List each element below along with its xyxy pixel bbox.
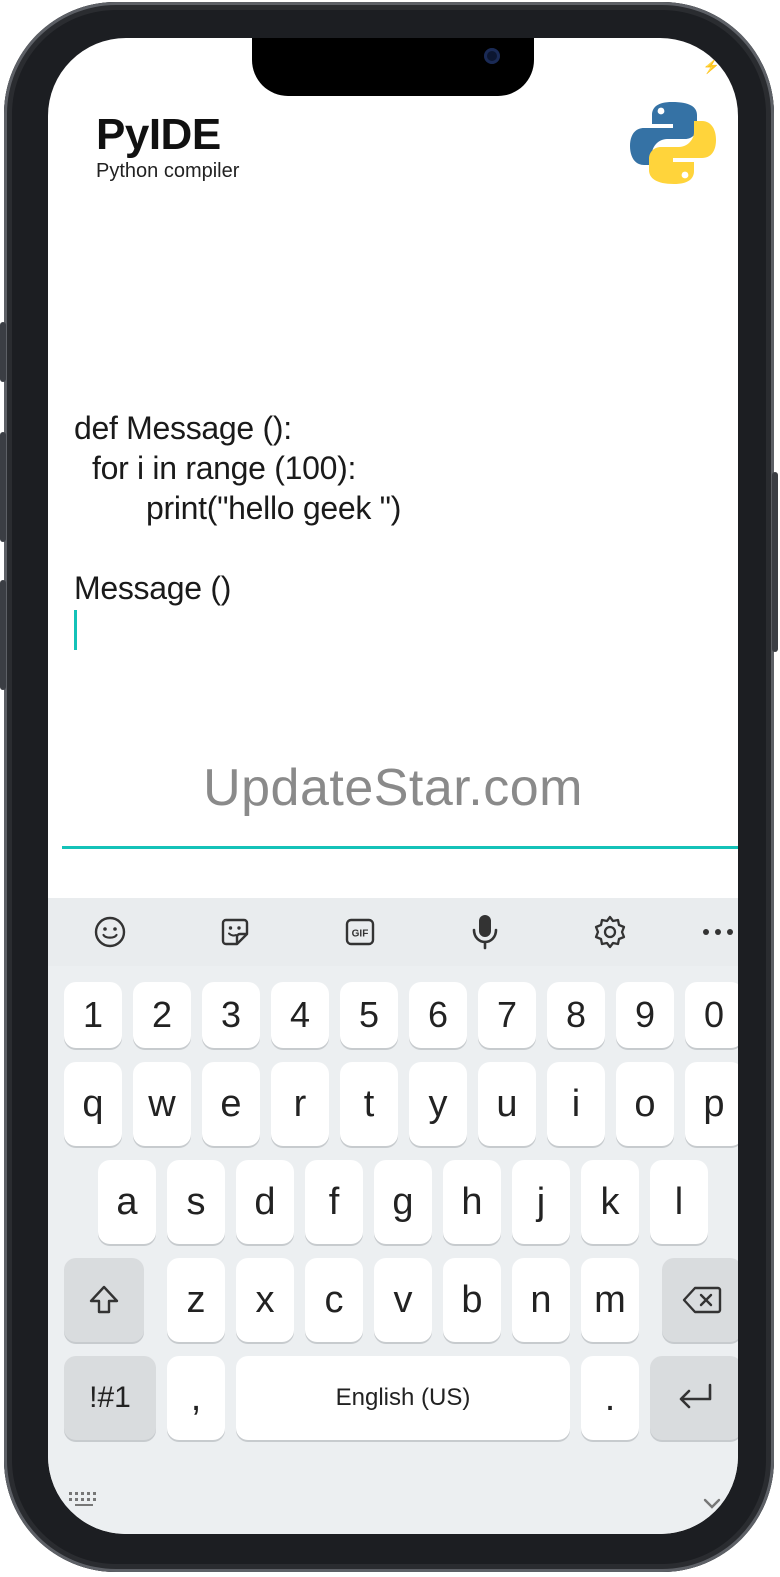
key-4[interactable]: 4 bbox=[271, 982, 329, 1048]
key-m[interactable]: m bbox=[581, 1258, 639, 1342]
backspace-icon bbox=[682, 1286, 722, 1314]
code-line: Message () bbox=[74, 570, 232, 606]
key-x[interactable]: x bbox=[236, 1258, 294, 1342]
volume-down-button bbox=[0, 580, 6, 690]
key-d[interactable]: d bbox=[236, 1160, 294, 1244]
code-line: print("hello geek ") bbox=[146, 490, 402, 526]
symbols-key[interactable]: !#1 bbox=[64, 1356, 156, 1440]
text-cursor bbox=[74, 610, 77, 650]
enter-key[interactable] bbox=[650, 1356, 738, 1440]
key-u[interactable]: u bbox=[478, 1062, 536, 1146]
key-0[interactable]: 0 bbox=[685, 982, 738, 1048]
notch bbox=[252, 38, 534, 96]
key-c[interactable]: c bbox=[305, 1258, 363, 1342]
shift-icon bbox=[89, 1285, 119, 1314]
settings-icon[interactable] bbox=[590, 912, 630, 952]
mute-switch bbox=[0, 322, 6, 382]
key-9[interactable]: 9 bbox=[616, 982, 674, 1048]
key-y[interactable]: y bbox=[409, 1062, 467, 1146]
camera-icon bbox=[484, 48, 500, 64]
key-l[interactable]: l bbox=[650, 1160, 708, 1244]
watermark: UpdateStar.com bbox=[203, 759, 583, 817]
key-1[interactable]: 1 bbox=[64, 982, 122, 1048]
key-k[interactable]: k bbox=[581, 1160, 639, 1244]
key-h[interactable]: h bbox=[443, 1160, 501, 1244]
key-6[interactable]: 6 bbox=[409, 982, 467, 1048]
volume-up-button bbox=[0, 432, 6, 542]
key-2[interactable]: 2 bbox=[133, 982, 191, 1048]
charging-icon: ⚡ bbox=[702, 58, 720, 74]
space-key[interactable]: English (US) bbox=[236, 1356, 570, 1440]
screen: ⚡ PyIDE Python compiler def Message (): … bbox=[48, 38, 738, 1534]
editor-underline bbox=[62, 846, 738, 849]
key-a[interactable]: a bbox=[98, 1160, 156, 1244]
backspace-key[interactable] bbox=[662, 1258, 738, 1342]
emoji-icon[interactable] bbox=[90, 912, 130, 952]
keyboard-switch-icon[interactable] bbox=[68, 1490, 102, 1513]
chevron-down-icon[interactable] bbox=[702, 1490, 722, 1516]
key-8[interactable]: 8 bbox=[547, 982, 605, 1048]
keyboard-toolbar: GIF bbox=[48, 898, 738, 966]
python-logo-icon bbox=[630, 102, 716, 184]
keyboard: GIF 1 2 3 4 5 6 7 8 9 0 q w e r t y u i … bbox=[48, 898, 738, 1534]
key-s[interactable]: s bbox=[167, 1160, 225, 1244]
key-g[interactable]: g bbox=[374, 1160, 432, 1244]
enter-icon bbox=[679, 1383, 712, 1409]
sticker-icon[interactable] bbox=[215, 912, 255, 952]
key-r[interactable]: r bbox=[271, 1062, 329, 1146]
app-subtitle: Python compiler bbox=[96, 160, 240, 182]
key-n[interactable]: n bbox=[512, 1258, 570, 1342]
power-button bbox=[772, 472, 778, 652]
key-z[interactable]: z bbox=[167, 1258, 225, 1342]
key-f[interactable]: f bbox=[305, 1160, 363, 1244]
key-i[interactable]: i bbox=[547, 1062, 605, 1146]
more-icon[interactable] bbox=[698, 912, 738, 952]
gif-icon[interactable]: GIF bbox=[340, 912, 380, 952]
code-line: def Message (): bbox=[74, 410, 292, 446]
phone-frame: ⚡ PyIDE Python compiler def Message (): … bbox=[0, 2, 778, 1572]
key-5[interactable]: 5 bbox=[340, 982, 398, 1048]
microphone-icon[interactable] bbox=[465, 912, 505, 952]
key-q[interactable]: q bbox=[64, 1062, 122, 1146]
key-e[interactable]: e bbox=[202, 1062, 260, 1146]
key-period[interactable]: . bbox=[581, 1356, 639, 1440]
shift-key[interactable] bbox=[64, 1258, 144, 1342]
key-comma[interactable]: , bbox=[167, 1356, 225, 1440]
app-title: PyIDE bbox=[96, 110, 221, 159]
key-p[interactable]: p bbox=[685, 1062, 738, 1146]
key-v[interactable]: v bbox=[374, 1258, 432, 1342]
key-w[interactable]: w bbox=[133, 1062, 191, 1146]
key-3[interactable]: 3 bbox=[202, 982, 260, 1048]
key-j[interactable]: j bbox=[512, 1160, 570, 1244]
key-o[interactable]: o bbox=[616, 1062, 674, 1146]
key-7[interactable]: 7 bbox=[478, 982, 536, 1048]
svg-text:GIF: GIF bbox=[352, 929, 369, 940]
code-line: for i in range (100): bbox=[92, 450, 357, 486]
key-b[interactable]: b bbox=[443, 1258, 501, 1342]
key-t[interactable]: t bbox=[340, 1062, 398, 1146]
